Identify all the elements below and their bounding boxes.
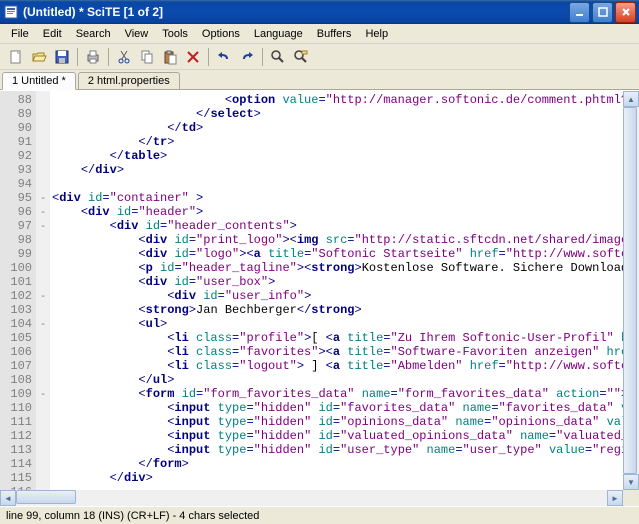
find-button[interactable] <box>268 47 288 67</box>
window-title: (Untitled) * SciTE [1 of 2] <box>23 5 569 19</box>
delete-button[interactable] <box>183 47 203 67</box>
scroll-corner <box>623 490 639 506</box>
menu-search[interactable]: Search <box>69 26 118 42</box>
statusbar: line 99, column 18 (INS) (CR+LF) - 4 cha… <box>0 506 639 524</box>
scroll-left-button[interactable]: ◄ <box>0 490 16 506</box>
scroll-down-button[interactable]: ▼ <box>623 474 639 490</box>
tab-html-properties[interactable]: 2 html.properties <box>78 72 180 89</box>
line-number-gutter: 8889909192939495969798991001011021031041… <box>0 91 36 490</box>
titlebar: (Untitled) * SciTE [1 of 2] <box>0 0 639 24</box>
menu-edit[interactable]: Edit <box>36 26 69 42</box>
cut-button[interactable] <box>114 47 134 67</box>
toolbar-separator <box>262 48 263 66</box>
menu-view[interactable]: View <box>118 26 156 42</box>
scroll-right-button[interactable]: ► <box>607 490 623 506</box>
menu-options[interactable]: Options <box>195 26 247 42</box>
tabbar: 1 Untitled * 2 html.properties <box>0 70 639 90</box>
menu-language[interactable]: Language <box>247 26 310 42</box>
print-button[interactable] <box>83 47 103 67</box>
maximize-button[interactable] <box>592 2 613 23</box>
menu-help[interactable]: Help <box>358 26 395 42</box>
menu-buffers[interactable]: Buffers <box>310 26 359 42</box>
toolbar <box>0 44 639 70</box>
redo-button[interactable] <box>237 47 257 67</box>
toolbar-separator <box>208 48 209 66</box>
toolbar-separator <box>77 48 78 66</box>
code-area[interactable]: <option value="http://manager.softonic.d… <box>50 91 623 490</box>
fold-margin[interactable]: --- - - - - <box>36 91 50 490</box>
copy-button[interactable] <box>137 47 157 67</box>
toolbar-separator <box>108 48 109 66</box>
status-text: line 99, column 18 (INS) (CR+LF) - 4 cha… <box>6 510 259 522</box>
tab-untitled[interactable]: 1 Untitled * <box>2 72 76 90</box>
scroll-thumb[interactable] <box>623 107 637 474</box>
new-button[interactable] <box>6 47 26 67</box>
menu-tools[interactable]: Tools <box>155 26 195 42</box>
replace-button[interactable] <box>291 47 311 67</box>
undo-button[interactable] <box>214 47 234 67</box>
minimize-button[interactable] <box>569 2 590 23</box>
scroll-thumb[interactable] <box>16 490 76 504</box>
horizontal-scrollbar[interactable]: ◄ ► <box>0 490 639 506</box>
app-icon <box>3 4 19 20</box>
editor: 8889909192939495969798991001011021031041… <box>0 90 639 490</box>
scroll-up-button[interactable]: ▲ <box>623 91 639 107</box>
open-button[interactable] <box>29 47 49 67</box>
paste-button[interactable] <box>160 47 180 67</box>
vertical-scrollbar[interactable]: ▲ ▼ <box>623 91 639 490</box>
close-button[interactable] <box>615 2 636 23</box>
menubar: File Edit Search View Tools Options Lang… <box>0 24 639 44</box>
save-button[interactable] <box>52 47 72 67</box>
menu-file[interactable]: File <box>4 26 36 42</box>
